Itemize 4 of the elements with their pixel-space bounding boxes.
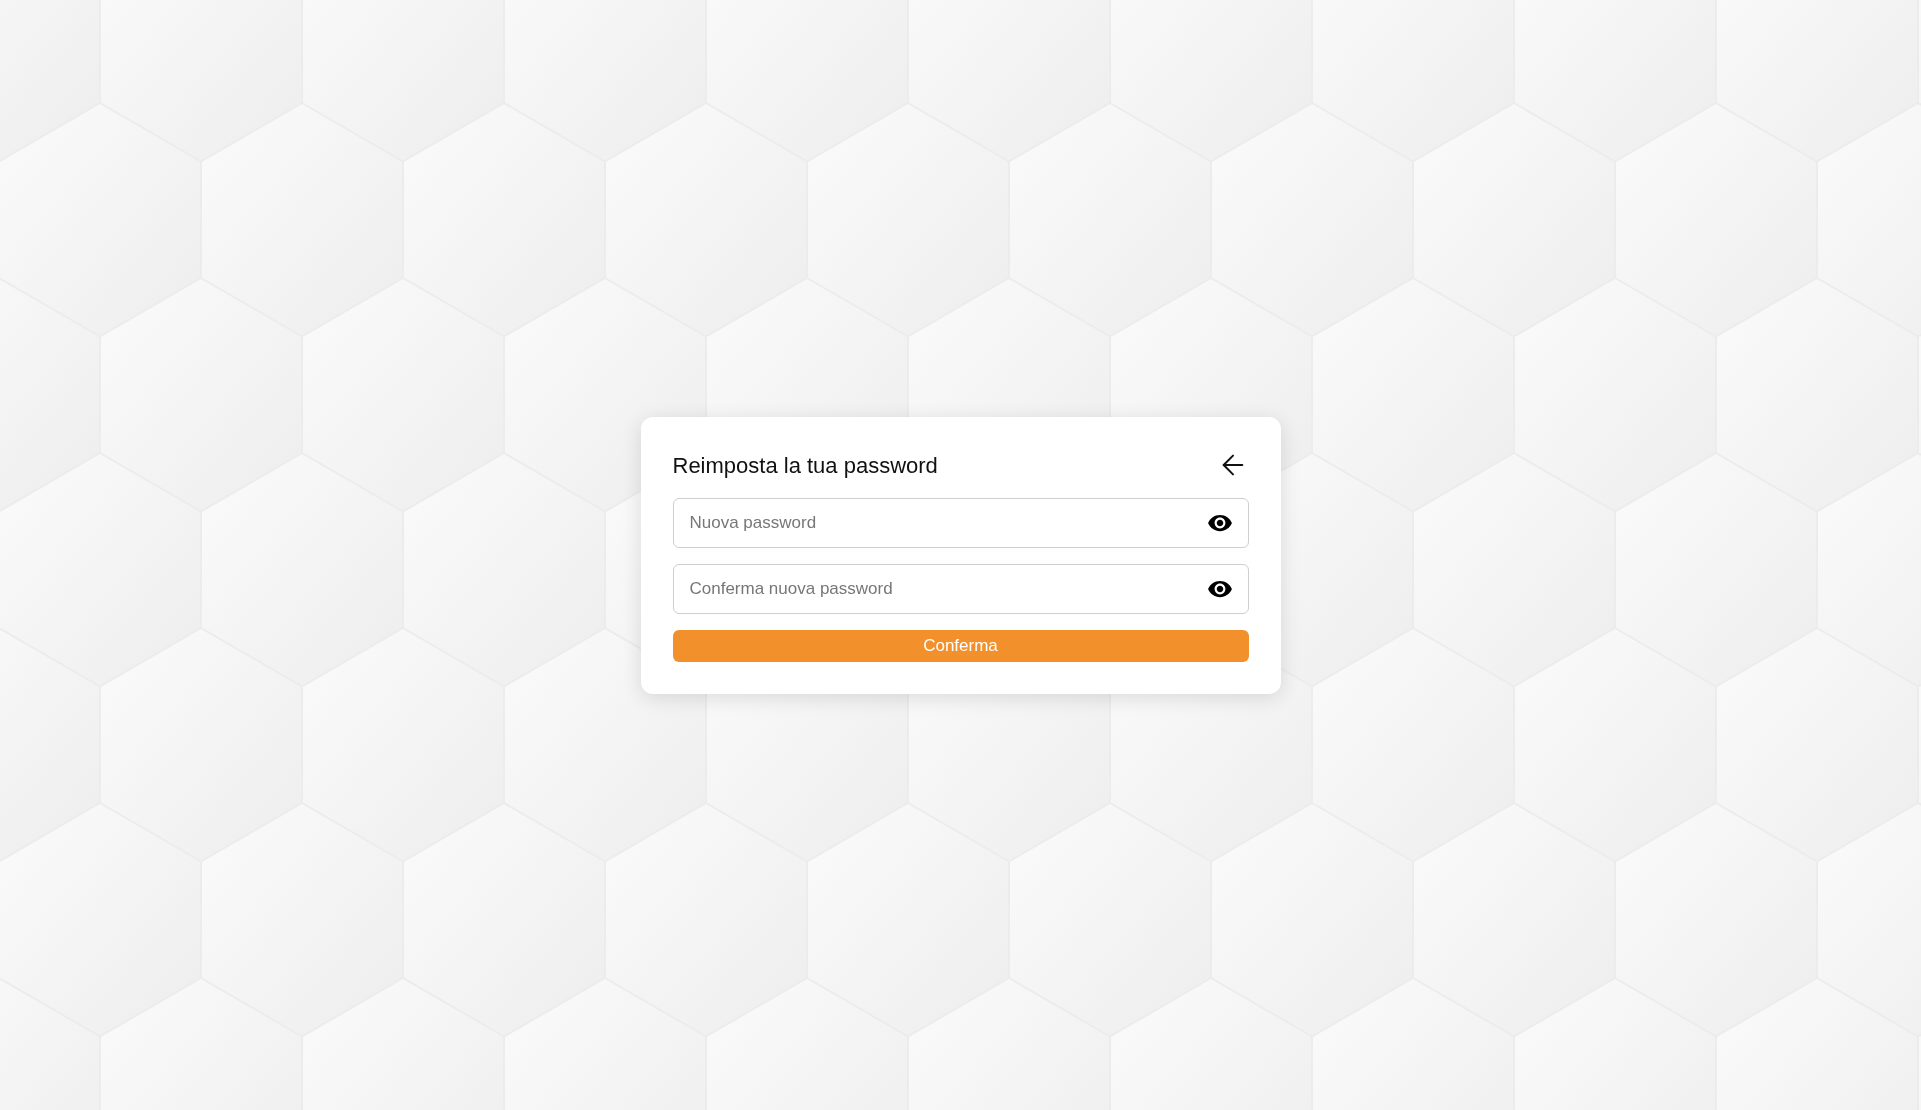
password-field[interactable]: Conferma nuova password [672,563,1249,614]
confirm-button[interactable]: Conferma [672,629,1249,662]
password-field[interactable]: Nuova password [672,497,1249,548]
dialog-title: Reimposta la tua password [672,451,938,480]
